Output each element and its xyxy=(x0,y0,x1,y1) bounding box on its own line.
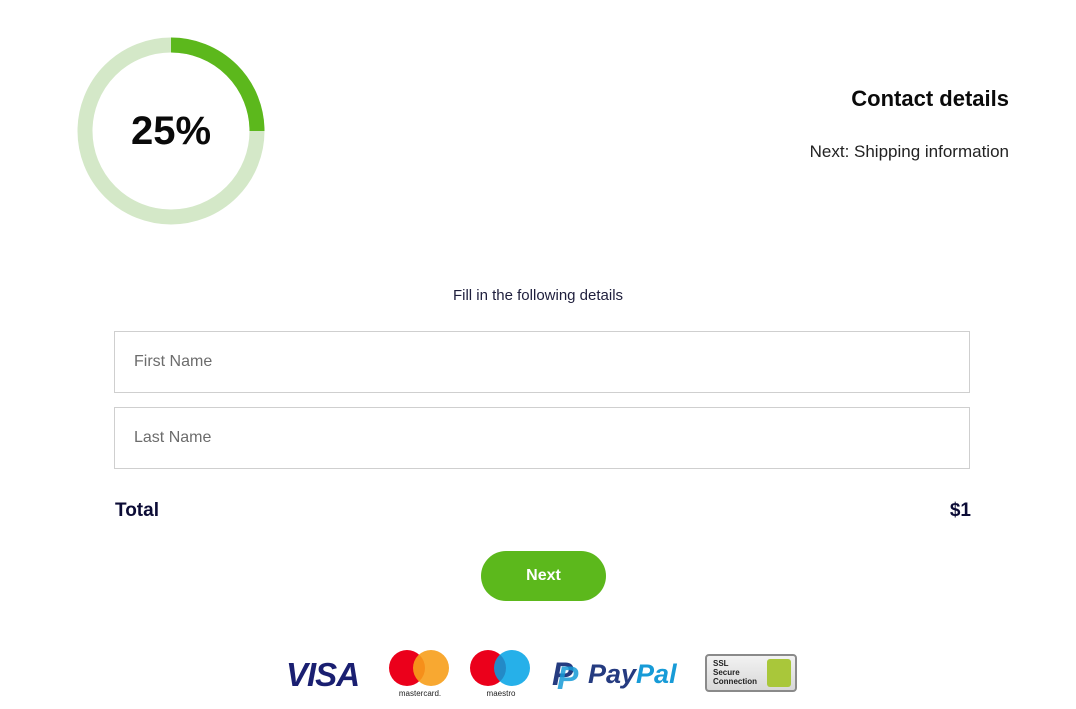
maestro-logo: maestro xyxy=(470,650,532,700)
ssl-line-1: SSL xyxy=(713,659,729,668)
payment-logos: VISA mastercard. maestro PP PayPal SSL S… xyxy=(284,648,804,700)
total-amount: $1 xyxy=(949,500,971,521)
last-name-input[interactable] xyxy=(115,408,969,468)
step-title: Contact details xyxy=(851,86,1009,111)
step-header: Contact details Next: Shipping informati… xyxy=(810,86,1009,162)
paypal-logo: PP PayPal xyxy=(552,656,677,696)
paypal-wordmark: PayPal xyxy=(588,659,677,690)
mastercard-orange-circle xyxy=(413,650,449,686)
maestro-caption: maestro xyxy=(486,689,516,698)
next-step-label: Next: Shipping information xyxy=(809,142,1009,161)
ssl-line-3: Connection xyxy=(713,677,757,686)
progress-percent: 25% xyxy=(130,108,212,153)
maestro-blue-circle xyxy=(494,650,530,686)
mastercard-logo: mastercard. xyxy=(389,650,451,700)
last-name-field[interactable] xyxy=(114,407,970,469)
visa-logo: VISA xyxy=(286,656,360,693)
progress-ring: 25% xyxy=(77,37,265,225)
ssl-line-2: Secure xyxy=(713,668,740,677)
paypal-pay: Pay xyxy=(588,659,637,689)
total-row: Total $1 xyxy=(115,500,971,522)
paypal-pal: Pal xyxy=(636,659,677,689)
mastercard-caption: mastercard. xyxy=(398,689,442,698)
first-name-input[interactable] xyxy=(115,332,969,392)
next-button[interactable]: Next xyxy=(481,551,606,601)
form-intro: Fill in the following details xyxy=(452,287,624,304)
ssl-badge: SSL Secure Connection xyxy=(705,654,797,692)
paypal-monogram-icon: PP xyxy=(552,656,579,696)
lock-icon xyxy=(767,659,791,687)
ssl-text: SSL Secure Connection xyxy=(713,659,757,686)
total-label: Total xyxy=(115,500,159,521)
first-name-field[interactable] xyxy=(114,331,970,393)
